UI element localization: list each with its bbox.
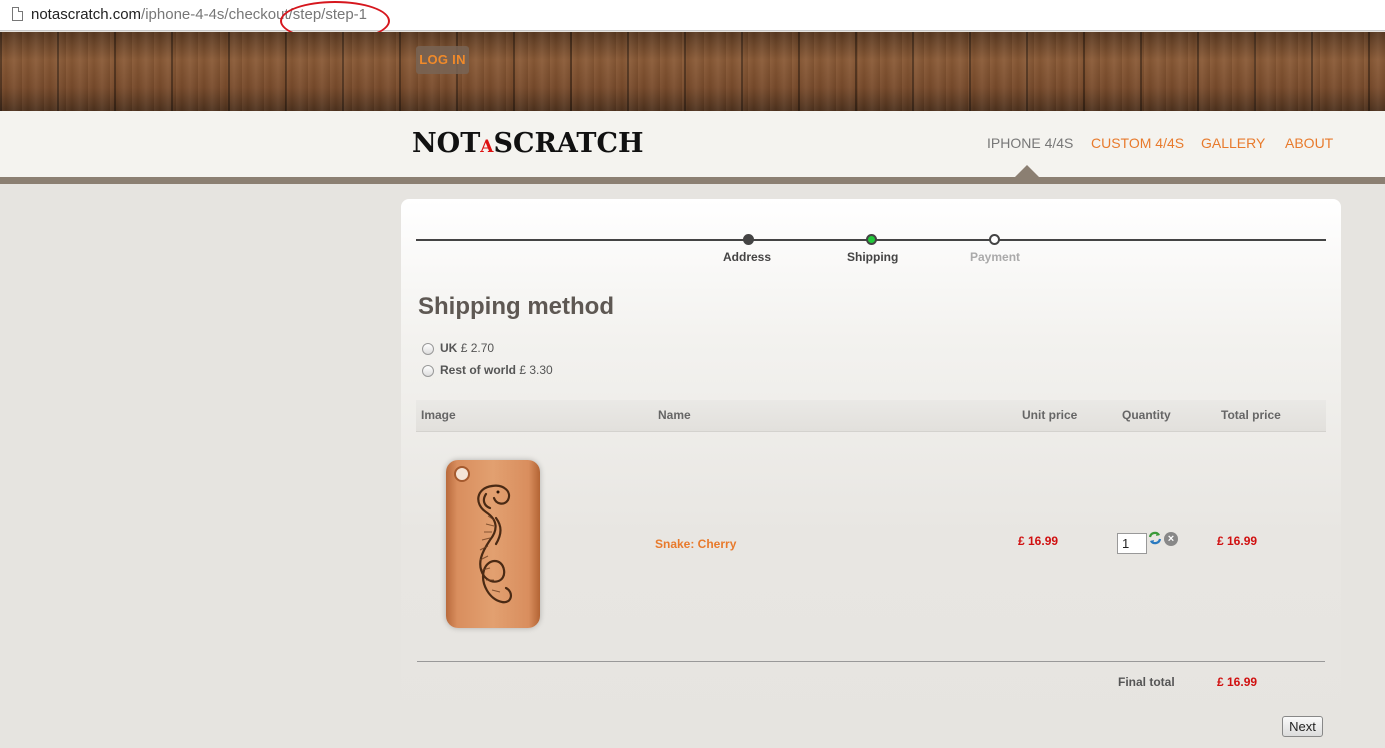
snake-engraving-icon [477,484,512,604]
column-header-unit-price: Unit price [1022,408,1078,422]
shipping-option-rest-of-world-name: Rest of world [440,363,517,377]
active-nav-pointer [1015,165,1039,177]
totals-divider [417,661,1325,662]
shipping-option-rest-of-world-price: £ 3.30 [519,363,553,377]
nav-item-custom-4-4s[interactable]: CUSTOM 4/4S [1091,135,1184,151]
step-dot-payment [989,234,1000,245]
step-dot-address [743,234,754,245]
shipping-option-uk[interactable]: UK £ 2.70 [422,341,494,355]
quantity-input[interactable] [1117,533,1147,554]
step-dot-shipping [866,234,877,245]
nav-item-iphone-4-4s[interactable]: IPHONE 4/4S [987,135,1073,151]
site-logo[interactable]: NOTASCRATCH [412,128,644,159]
checkout-panel [401,199,1341,748]
nav-item-about[interactable]: ABOUT [1285,135,1333,151]
cart-table-header [416,400,1326,432]
refresh-quantity-icon[interactable] [1148,531,1162,545]
step-label-payment: Payment [970,250,1021,264]
product-image-snake-cherry-case[interactable] [446,460,540,628]
shipping-option-rest-of-world[interactable]: Rest of world £ 3.30 [422,363,553,377]
wood-header-banner [0,32,1385,111]
nav-item-gallery[interactable]: GALLERY [1201,135,1265,151]
remove-item-icon[interactable]: × [1164,532,1178,546]
url-host: notascratch.com [31,6,142,23]
next-button[interactable]: Next [1282,716,1323,737]
navigation-bar-border [0,177,1385,184]
radio-rest-of-world[interactable] [422,364,434,377]
unit-price: £ 16.99 [1018,534,1059,548]
page-icon [12,7,23,21]
page-title: Shipping method [418,293,614,320]
column-header-total-price: Total price [1221,408,1281,422]
product-name-link[interactable]: Snake: Cherry [655,537,736,551]
address-bar[interactable]: notascratch.com/iphone-4-4s/checkout/ste… [0,0,1385,31]
final-total-value: £ 16.99 [1217,675,1258,689]
radio-uk[interactable] [422,342,434,355]
final-total-label: Final total [1118,675,1175,689]
column-header-name: Name [658,408,691,422]
step-label-shipping: Shipping [847,250,899,264]
logo-text-a: A [480,137,494,157]
logo-text-scratch: SCRATCH [493,128,644,159]
row-total-price: £ 16.99 [1217,534,1258,548]
login-button[interactable]: LOG IN [416,46,469,74]
column-header-image: Image [421,408,456,422]
shipping-option-uk-name: UK [440,341,458,355]
column-header-quantity: Quantity [1122,408,1171,422]
logo-text-not: NOT [412,128,481,159]
shipping-option-uk-price: £ 2.70 [460,341,495,355]
step-label-address[interactable]: Address [723,250,771,264]
